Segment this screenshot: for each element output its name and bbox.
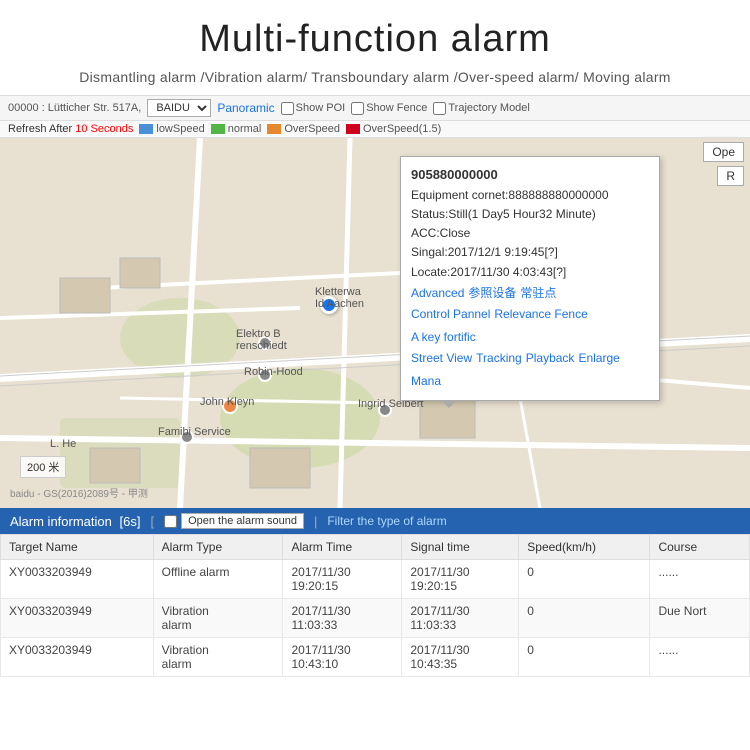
normal-dot bbox=[211, 124, 225, 134]
popup-device-id: 905880000000 bbox=[411, 165, 649, 186]
alarm-separator2: | bbox=[314, 514, 317, 529]
table-cell-1-5: Due Nort bbox=[650, 599, 750, 638]
table-cell-2-5: ...... bbox=[650, 638, 750, 677]
legend-normal: normal bbox=[211, 123, 262, 135]
col-alarm-type: Alarm Type bbox=[153, 535, 283, 560]
table-cell-2-1: Vibration alarm bbox=[153, 638, 283, 677]
show-poi-checkbox-label[interactable]: Show POI bbox=[281, 102, 346, 115]
alarm-separator1: [ bbox=[150, 514, 154, 529]
table-row: XY0033203949Offline alarm2017/11/30 19:2… bbox=[1, 560, 750, 599]
page-title: Multi-function alarm bbox=[20, 18, 730, 61]
info-popup: 905880000000 Equipment cornet:8888888800… bbox=[400, 156, 660, 401]
page-subtitle: Dismantling alarm /Vibration alarm/ Tran… bbox=[20, 69, 730, 85]
show-fence-checkbox[interactable] bbox=[351, 102, 364, 115]
label-robinhood: Robin-Hood bbox=[244, 366, 303, 378]
table-cell-0-0: XY0033203949 bbox=[1, 560, 154, 599]
show-fence-checkbox-label[interactable]: Show Fence bbox=[351, 102, 427, 115]
toolbar-address: 00000 : Lütticher Str. 517A, bbox=[8, 102, 141, 114]
trajectory-checkbox-label[interactable]: Trajectory Model bbox=[433, 102, 530, 115]
link-relevance-fence[interactable]: Relevance Fence bbox=[494, 305, 587, 324]
link-enlarge[interactable]: Enlarge bbox=[578, 349, 619, 368]
col-alarm-time: Alarm Time bbox=[283, 535, 402, 560]
link-key-fortific[interactable]: A key fortific bbox=[411, 328, 476, 347]
alarm-sound-button[interactable]: Open the alarm sound bbox=[181, 513, 304, 529]
open-button[interactable]: Ope bbox=[703, 142, 744, 162]
popup-locate: Locate:2017/11/30 4:03:43[?] bbox=[411, 263, 649, 282]
alarm-table: Target Name Alarm Type Alarm Time Signal… bbox=[0, 534, 750, 677]
table-cell-1-0: XY0033203949 bbox=[1, 599, 154, 638]
alarm-sound-checkbox[interactable] bbox=[164, 515, 177, 528]
table-cell-0-3: 2017/11/30 19:20:15 bbox=[402, 560, 519, 599]
col-speed: Speed(km/h) bbox=[519, 535, 650, 560]
alarm-filter-link[interactable]: Filter the type of alarm bbox=[327, 514, 446, 528]
link-advanced[interactable]: Advanced bbox=[411, 284, 464, 303]
table-cell-0-5: ...... bbox=[650, 560, 750, 599]
col-course: Course bbox=[650, 535, 750, 560]
lowspeed-dot bbox=[139, 124, 153, 134]
table-cell-0-2: 2017/11/30 19:20:15 bbox=[283, 560, 402, 599]
table-row: XY0033203949Vibration alarm2017/11/30 11… bbox=[1, 599, 750, 638]
table-cell-0-1: Offline alarm bbox=[153, 560, 283, 599]
baidu-copyright: baidu - GS(2016)2089号 - 甲测 bbox=[10, 485, 148, 500]
link-street-view[interactable]: Street View bbox=[411, 349, 472, 368]
link-mana[interactable]: Mana bbox=[411, 372, 441, 391]
show-poi-checkbox[interactable] bbox=[281, 102, 294, 115]
map-provider-select[interactable]: BAIDU bbox=[147, 99, 211, 117]
speed-legend-bar: Refresh After 10 Seconds lowSpeed normal… bbox=[0, 121, 750, 138]
trajectory-checkbox[interactable] bbox=[433, 102, 446, 115]
popup-status: Status:Still(1 Day5 Hour32 Minute) bbox=[411, 205, 649, 224]
label-elektro: Elektro Brenschiedt bbox=[236, 328, 287, 352]
alarm-info-label: Alarm information bbox=[10, 514, 112, 529]
popup-acc: ACC:Close bbox=[411, 224, 649, 243]
alarm-bracket: [6s] bbox=[120, 514, 141, 529]
popup-links-row1: Advanced 参照设备 常驻点 bbox=[411, 284, 649, 303]
alarm-header-title: Alarm information [6s] bbox=[10, 514, 140, 529]
link-tracking[interactable]: Tracking bbox=[476, 349, 522, 368]
link-home-point[interactable]: 常驻点 bbox=[520, 284, 556, 303]
legend-overspeed: OverSpeed bbox=[267, 123, 340, 135]
panoramic-link[interactable]: Panoramic bbox=[217, 101, 274, 115]
table-cell-1-4: 0 bbox=[519, 599, 650, 638]
table-cell-1-1: Vibration alarm bbox=[153, 599, 283, 638]
table-cell-1-3: 2017/11/30 11:03:33 bbox=[402, 599, 519, 638]
map-area[interactable]: KletterwaId Aachen Elektro Brenschiedt R… bbox=[0, 138, 750, 508]
table-cell-2-3: 2017/11/30 10:43:35 bbox=[402, 638, 519, 677]
link-playback[interactable]: Playback bbox=[526, 349, 575, 368]
header-section: Multi-function alarm Dismantling alarm /… bbox=[0, 0, 750, 95]
table-cell-2-4: 0 bbox=[519, 638, 650, 677]
col-signal-time: Signal time bbox=[402, 535, 519, 560]
col-target-name: Target Name bbox=[1, 535, 154, 560]
label-famibi: Famibi Service bbox=[158, 426, 231, 438]
legend-overspeed15: OverSpeed(1.5) bbox=[346, 123, 441, 135]
link-param-device[interactable]: 参照设备 bbox=[468, 284, 516, 303]
popup-signal: Singal:2017/12/1 9:19:45[?] bbox=[411, 243, 649, 262]
alarm-header: Alarm information [6s] [ Open the alarm … bbox=[0, 508, 750, 534]
table-cell-2-2: 2017/11/30 10:43:10 bbox=[283, 638, 402, 677]
table-cell-2-0: XY0033203949 bbox=[1, 638, 154, 677]
table-row: XY0033203949Vibration alarm2017/11/30 10… bbox=[1, 638, 750, 677]
table-header-row: Target Name Alarm Type Alarm Time Signal… bbox=[1, 535, 750, 560]
label-johnkleyn: John Kleyn bbox=[200, 396, 254, 408]
overspeed15-dot bbox=[346, 124, 360, 134]
popup-links-row2: Control Pannel Relevance Fence A key for… bbox=[411, 305, 649, 347]
scale-label: 200 米 bbox=[27, 462, 59, 474]
alarm-sound-label: Open the alarm sound bbox=[188, 515, 297, 527]
label-kletterwa: KletterwaId Aachen bbox=[315, 286, 364, 310]
refresh-label: Refresh After 10 Seconds bbox=[8, 123, 133, 135]
link-control-panel[interactable]: Control Pannel bbox=[411, 305, 490, 324]
refresh-seconds: 10 Seconds bbox=[75, 123, 133, 135]
map-toolbar: 00000 : Lütticher Str. 517A, BAIDU Panor… bbox=[0, 95, 750, 121]
table-cell-1-2: 2017/11/30 11:03:33 bbox=[283, 599, 402, 638]
popup-links-row3: Street View Tracking Playback Enlarge Ma… bbox=[411, 349, 649, 391]
overspeed-dot bbox=[267, 124, 281, 134]
legend-lowspeed: lowSpeed bbox=[139, 123, 204, 135]
alarm-section: Alarm information [6s] [ Open the alarm … bbox=[0, 508, 750, 677]
r-button[interactable]: R bbox=[717, 166, 744, 186]
label-lhe: L. He bbox=[50, 438, 76, 450]
scale-bar: 200 米 bbox=[20, 456, 66, 478]
popup-equipment: Equipment cornet:888888880000000 bbox=[411, 186, 649, 205]
table-cell-0-4: 0 bbox=[519, 560, 650, 599]
